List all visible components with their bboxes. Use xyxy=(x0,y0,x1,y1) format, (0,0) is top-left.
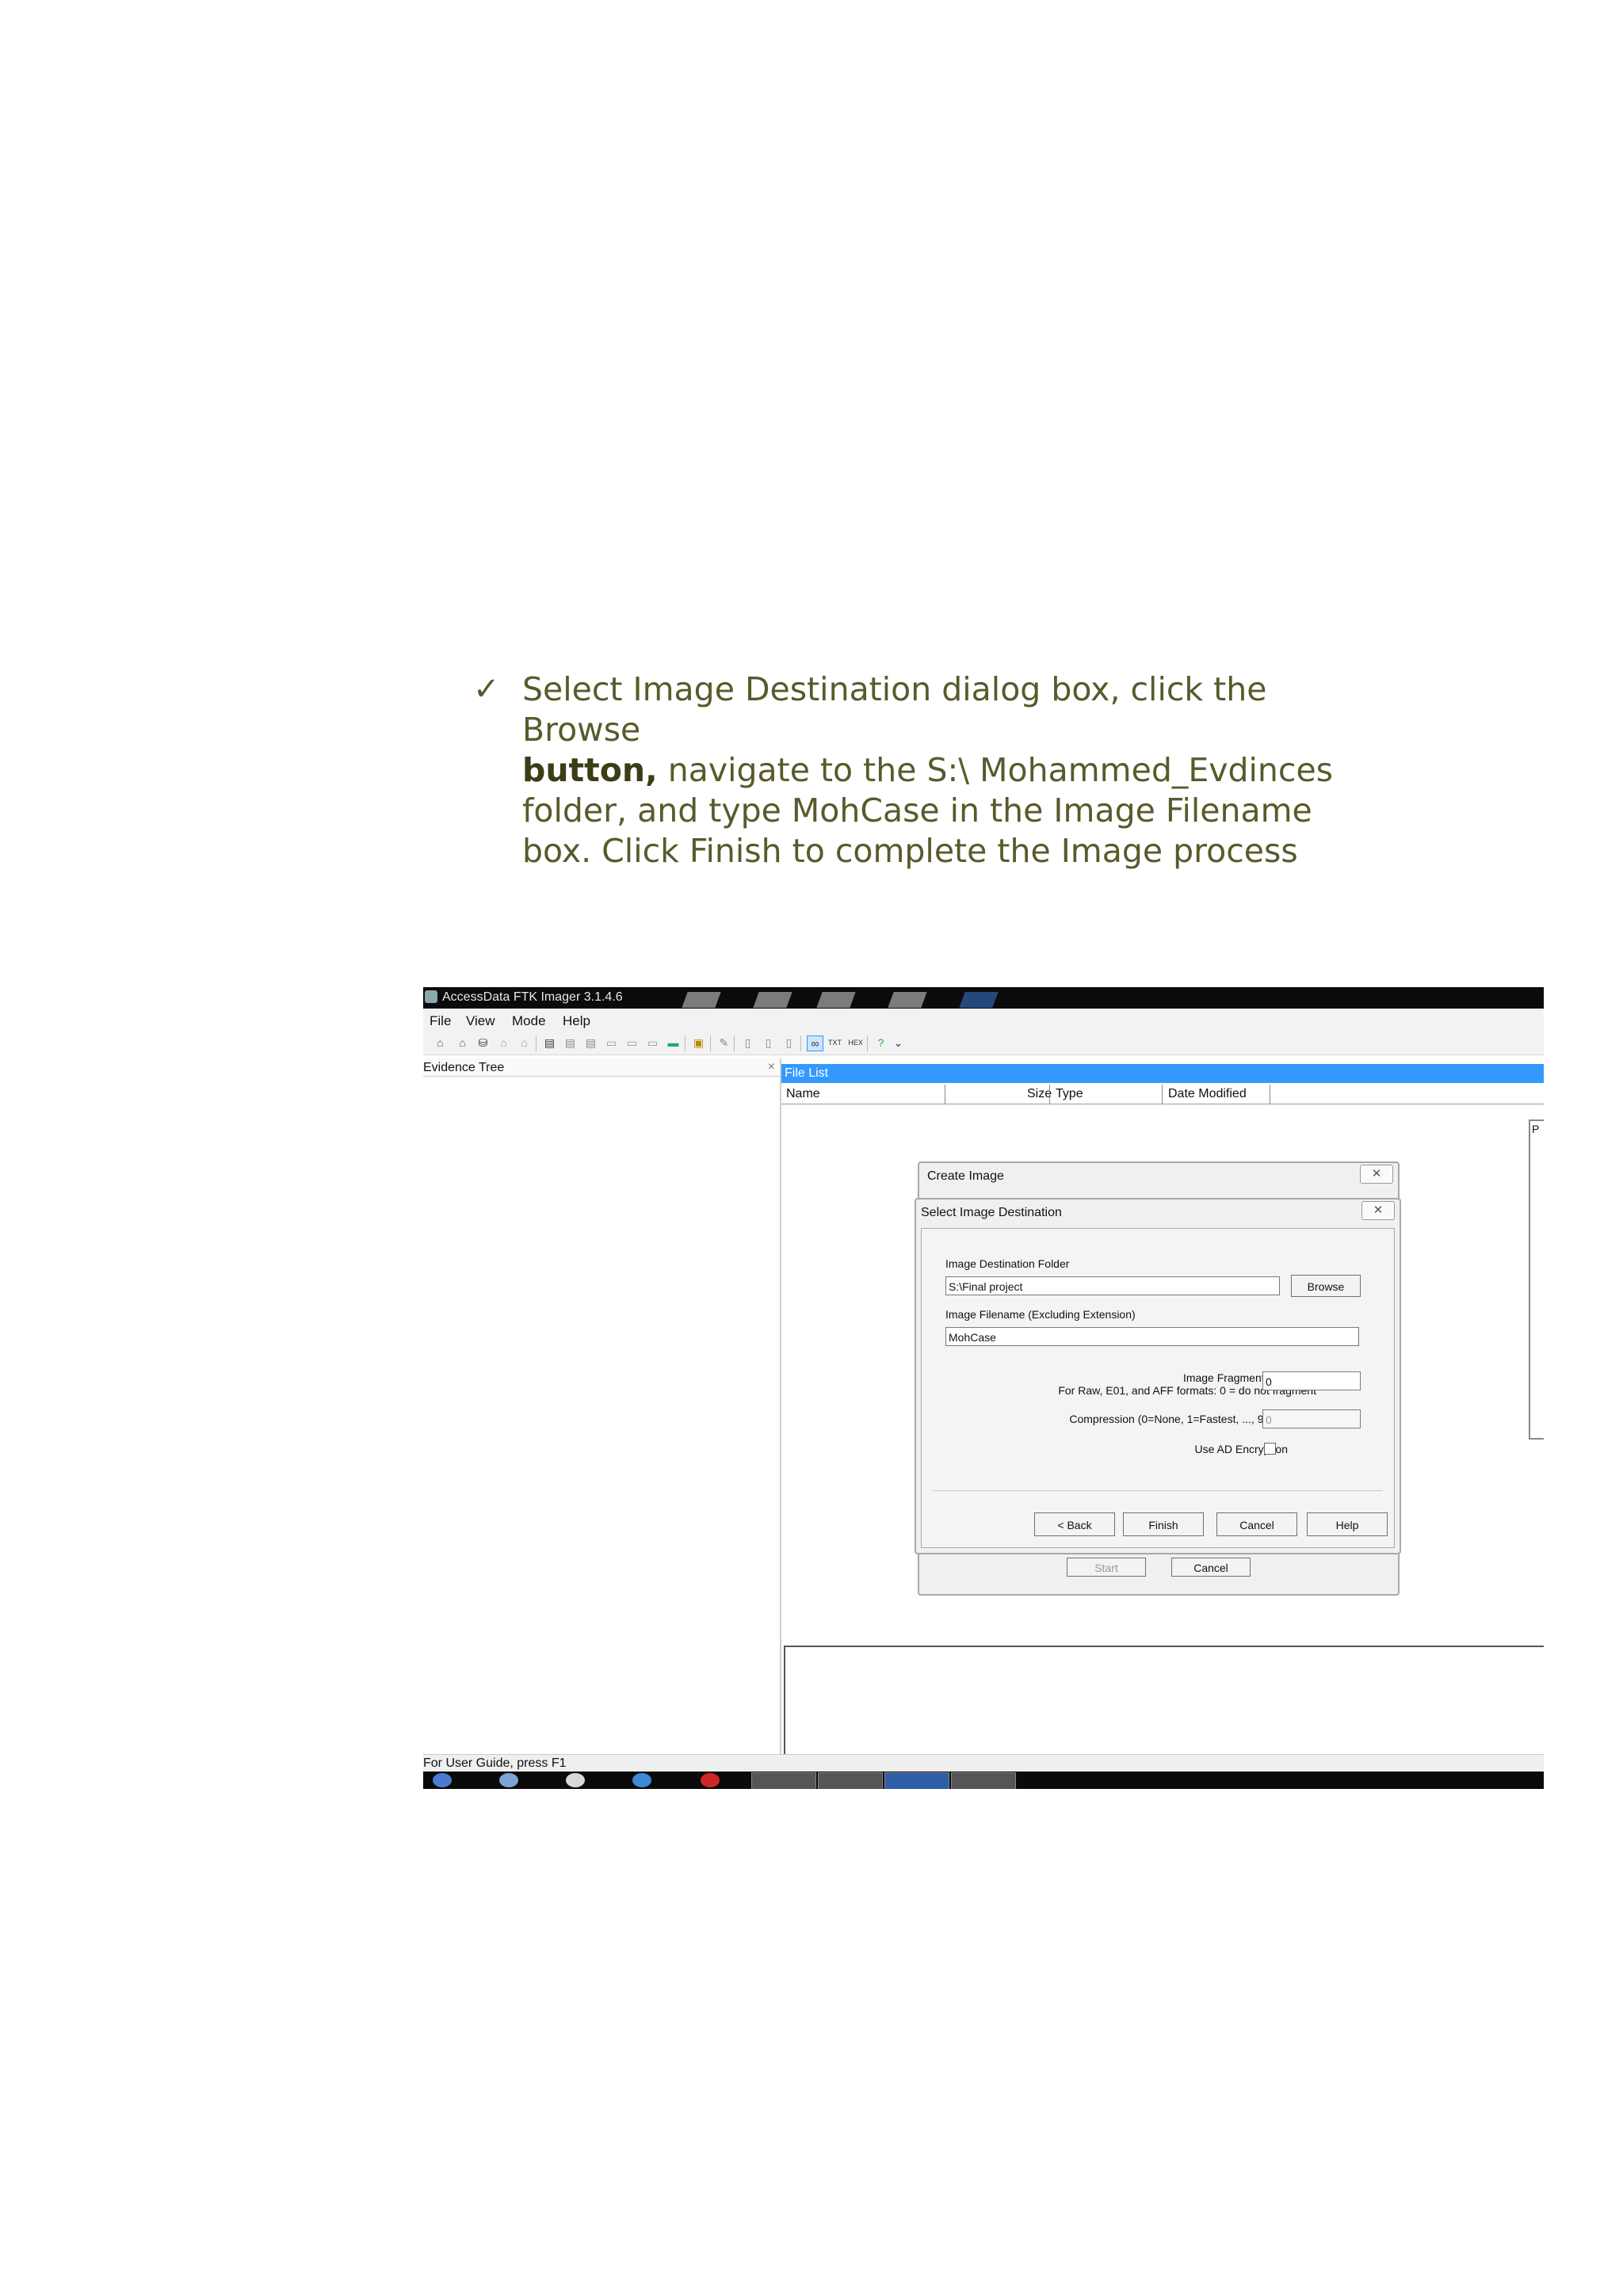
dropdown-arrow-icon[interactable]: ⌄ xyxy=(891,1035,906,1050)
image-filename-label: Image Filename (Excluding Extension) xyxy=(945,1308,1136,1321)
menu-file[interactable]: File xyxy=(430,1013,451,1029)
window-title: AccessData FTK Imager 3.1.4.6 xyxy=(442,990,623,1004)
finish-button[interactable]: Finish xyxy=(1123,1512,1204,1536)
taskbar xyxy=(423,1772,1544,1789)
status-bar: For User Guide, press F1 xyxy=(423,1754,1544,1772)
export-dir-icon[interactable]: ▭ xyxy=(645,1035,660,1050)
close-pane-icon[interactable]: × xyxy=(768,1060,775,1074)
obtain-protected-icon[interactable]: ▣ xyxy=(691,1035,706,1050)
desktop-icon-blur xyxy=(816,992,856,1008)
menu-help[interactable]: Help xyxy=(563,1013,590,1029)
fragment-size-input[interactable]: 0 xyxy=(1262,1371,1361,1390)
window-titlebar: AccessData FTK Imager 3.1.4.6 xyxy=(423,987,1544,1009)
panel-letter: P xyxy=(1532,1123,1540,1135)
custom-content-icon[interactable]: ✎ xyxy=(716,1035,731,1050)
help-button[interactable]: Help xyxy=(1307,1512,1388,1536)
properties-panel: P xyxy=(1529,1119,1544,1440)
text-view-icon[interactable]: TXT xyxy=(827,1035,842,1050)
instruction-block: ✓ Select Image Destination dialog box, c… xyxy=(473,669,1392,871)
image-filename-input[interactable]: MohCase xyxy=(945,1327,1359,1346)
select-image-destination-dialog: Select Image Destination ✕ Image Destina… xyxy=(915,1198,1401,1554)
compression-spinner[interactable]: 0 xyxy=(1262,1409,1361,1428)
file-list-columns: Name Size Type Date Modified xyxy=(781,1085,1544,1104)
create-image-icon[interactable]: ▤ xyxy=(542,1035,557,1050)
memory-capture-icon[interactable]: ▬ xyxy=(666,1035,681,1050)
column-type[interactable]: Type xyxy=(1056,1087,1083,1101)
export-files-icon[interactable]: ▭ xyxy=(604,1035,619,1050)
document-icon[interactable]: ▯ xyxy=(740,1035,755,1050)
help-icon[interactable]: ? xyxy=(873,1035,888,1050)
destination-folder-input[interactable]: S:\Final project xyxy=(945,1276,1280,1295)
taskbar-app-icon[interactable] xyxy=(632,1773,651,1787)
taskbar-app-icon[interactable] xyxy=(701,1773,720,1787)
dialog-title: Select Image Destination xyxy=(921,1206,1062,1219)
browse-button[interactable]: Browse xyxy=(1291,1275,1361,1297)
save-icon[interactable]: ▤ xyxy=(583,1035,598,1050)
background-window-edge xyxy=(784,1646,1544,1647)
file-list-header: File List xyxy=(781,1064,1544,1083)
taskbar-window-button[interactable] xyxy=(951,1772,1016,1789)
app-icon xyxy=(425,990,437,1003)
divider xyxy=(933,1490,1383,1491)
menu-mode[interactable]: Mode xyxy=(512,1013,546,1029)
taskbar-window-button[interactable] xyxy=(884,1772,949,1789)
instruction-text: Select Image Destination dialog box, cli… xyxy=(522,669,1392,871)
document-icon[interactable]: ▯ xyxy=(761,1035,776,1050)
column-name[interactable]: Name xyxy=(786,1087,820,1101)
export-hash-icon[interactable]: ▭ xyxy=(624,1035,640,1050)
auto-view-icon[interactable]: ∞ xyxy=(807,1035,823,1051)
hex-view-icon[interactable]: HEX xyxy=(848,1035,863,1050)
remove-evidence-icon[interactable]: ⌂ xyxy=(496,1035,511,1050)
menu-view[interactable]: View xyxy=(466,1013,495,1029)
instruction-bold: button, xyxy=(522,751,658,789)
start-button[interactable]: Start xyxy=(1067,1558,1146,1577)
desktop-icon-blur xyxy=(959,992,999,1008)
taskbar-app-icon[interactable] xyxy=(566,1773,585,1787)
image-mounting-icon[interactable]: ⛁ xyxy=(475,1035,491,1050)
ftk-imager-screenshot: AccessData FTK Imager 3.1.4.6 File View … xyxy=(423,987,1544,1789)
column-date-modified[interactable]: Date Modified xyxy=(1168,1087,1247,1101)
file-list-title: File List xyxy=(785,1066,829,1080)
taskbar-app-icon[interactable] xyxy=(499,1773,518,1787)
instruction-line-2: navigate to the S:\ Mohammed_Evdinces xyxy=(657,751,1334,789)
destination-folder-label: Image Destination Folder xyxy=(945,1257,1070,1270)
back-button[interactable]: < Back xyxy=(1034,1512,1115,1536)
instruction-line-3: folder, and type MohCase in the Image Fi… xyxy=(522,791,1312,830)
desktop-icon-blur xyxy=(888,992,927,1008)
close-icon[interactable]: ✕ xyxy=(1360,1165,1393,1184)
cancel-button[interactable]: Cancel xyxy=(1216,1512,1297,1536)
start-orb-icon[interactable] xyxy=(433,1773,452,1787)
evidence-tree-pane: Evidence Tree × xyxy=(423,1058,781,1789)
encryption-checkbox[interactable] xyxy=(1264,1443,1276,1455)
remove-all-icon[interactable]: ⌂ xyxy=(517,1035,532,1050)
instruction-line-4: box. Click Finish to complete the Image … xyxy=(522,832,1298,870)
toolbar: ⌂ ⌂ ⛁ ⌂ ⌂ ▤ ▤ ▤ ▭ ▭ ▭ ▬ ▣ ✎ ▯ ▯ ▯ ∞ TXT … xyxy=(423,1031,1544,1055)
add-all-evidence-icon[interactable]: ⌂ xyxy=(455,1035,470,1050)
checkmark-icon: ✓ xyxy=(473,671,500,707)
create-cancel-button[interactable]: Cancel xyxy=(1171,1558,1251,1577)
close-icon[interactable]: ✕ xyxy=(1361,1201,1395,1220)
taskbar-window-button[interactable] xyxy=(818,1772,883,1789)
document-icon[interactable]: ▯ xyxy=(781,1035,796,1050)
add-evidence-icon[interactable]: ⌂ xyxy=(433,1035,448,1050)
instruction-line-1: Select Image Destination dialog box, cli… xyxy=(522,670,1267,749)
dialog-body: Image Destination Folder S:\Final projec… xyxy=(921,1228,1395,1548)
menu-bar: File View Mode Help xyxy=(423,1009,1544,1031)
taskbar-window-button[interactable] xyxy=(751,1772,816,1789)
column-size[interactable]: Size xyxy=(1027,1087,1052,1101)
desktop-icon-blur xyxy=(682,992,721,1008)
evidence-tree-header: Evidence Tree × xyxy=(423,1058,780,1077)
create-image-title: Create Image xyxy=(927,1169,1004,1183)
export-image-icon[interactable]: ▤ xyxy=(563,1035,578,1050)
desktop-icon-blur xyxy=(753,992,792,1008)
evidence-tree-title: Evidence Tree xyxy=(423,1061,505,1074)
status-text: For User Guide, press F1 xyxy=(423,1756,567,1770)
